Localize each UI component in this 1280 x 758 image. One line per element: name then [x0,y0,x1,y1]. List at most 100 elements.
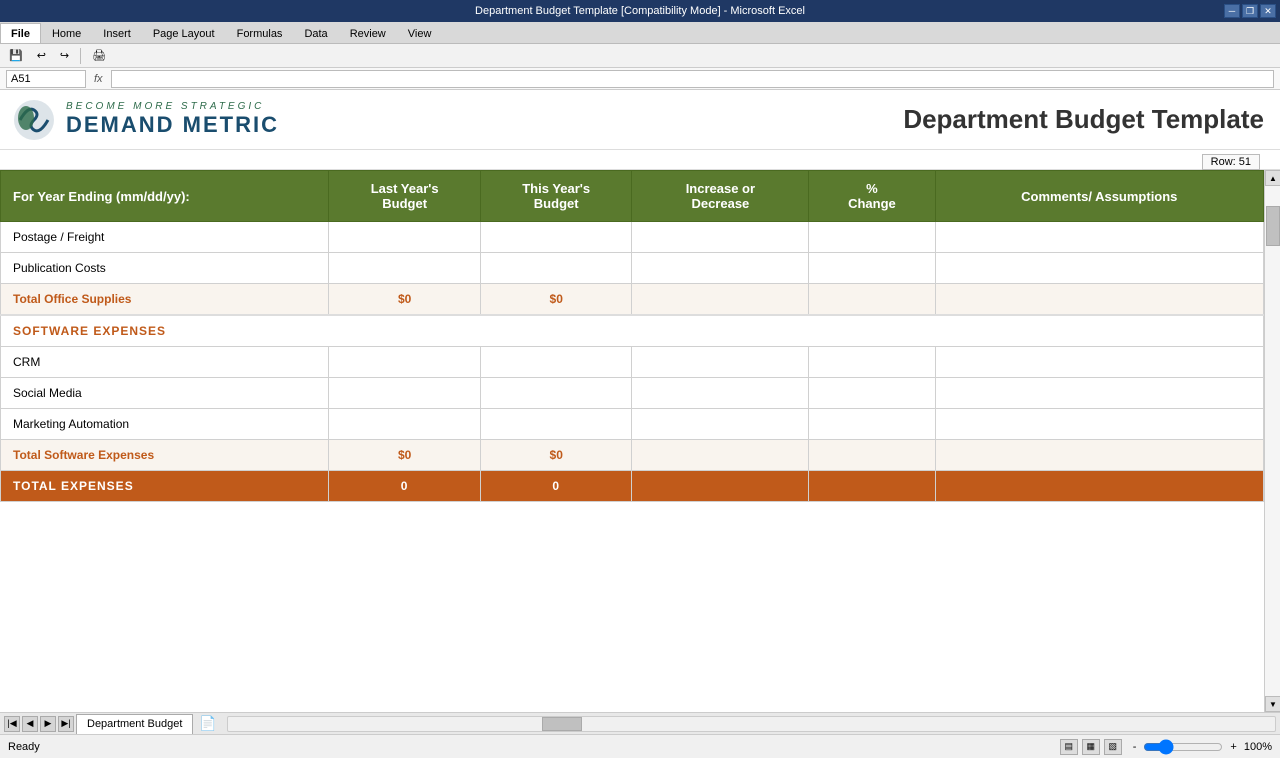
zoom-in-button[interactable]: + [1227,741,1239,753]
row-label[interactable]: CRM [1,347,329,378]
status-bar: Ready ▤ ▦ ▧ - + 100% [0,734,1280,758]
zoom-control: - + 100% [1130,739,1272,755]
tab-file[interactable]: File [0,23,41,43]
total-office-supplies-last: $0 [329,284,481,316]
row-comments[interactable] [935,253,1263,284]
view-buttons: ▤ ▦ ▧ [1060,739,1122,755]
row-last-year[interactable] [329,378,481,409]
formula-bar: fx [0,68,1280,90]
vertical-scrollbar[interactable]: ▲ ▼ [1264,170,1280,712]
toolbar-undo[interactable]: ↩ [32,46,51,65]
total-office-supplies-row: Total Office Supplies $0 $0 [1,284,1264,316]
row-increase[interactable] [632,378,809,409]
zoom-out-button[interactable]: - [1130,741,1140,753]
col-header-comments: Comments/ Assumptions [935,171,1263,222]
close-button[interactable]: ✕ [1260,4,1276,18]
page-layout-button[interactable]: ▦ [1082,739,1100,755]
toolbar-redo[interactable]: ↪ [55,46,74,65]
row-pct[interactable] [809,222,935,253]
table-row: CRM [1,347,1264,378]
row-pct[interactable] [809,378,935,409]
sheet-nav-next[interactable]: ▶ [40,716,56,732]
sheet-tab-department-budget[interactable]: Department Budget [76,714,193,734]
horizontal-scrollbar[interactable] [227,716,1276,732]
minimize-button[interactable]: ─ [1224,4,1240,18]
col-header-increase: Increase orDecrease [632,171,809,222]
row-label[interactable]: Marketing Automation [1,409,329,440]
ribbon-tabs: File Home Insert Page Layout Formulas Da… [0,22,1280,44]
toolbar-print[interactable]: 🖨 [87,46,111,65]
row-increase[interactable] [632,347,809,378]
tab-view[interactable]: View [397,23,443,43]
row-label[interactable]: Social Media [1,378,329,409]
total-software-pct [809,440,935,471]
name-box[interactable] [6,70,86,88]
row-pct[interactable] [809,253,935,284]
row-pct[interactable] [809,409,935,440]
window-controls[interactable]: ─ ❐ ✕ [1224,4,1276,18]
table-header-row: For Year Ending (mm/dd/yy): Last Year'sB… [1,171,1264,222]
zoom-slider[interactable] [1143,739,1223,755]
row-this-year[interactable] [480,347,632,378]
window-title: Department Budget Template [Compatibilit… [475,5,805,17]
grand-total-this: 0 [480,471,632,502]
row-comments[interactable] [935,222,1263,253]
row-label[interactable]: Postage / Freight [1,222,329,253]
scrollbar-track[interactable] [1265,186,1280,696]
row-increase[interactable] [632,253,809,284]
tab-review[interactable]: Review [339,23,397,43]
row-label[interactable]: Publication Costs [1,253,329,284]
tab-formulas[interactable]: Formulas [226,23,294,43]
row-comments[interactable] [935,347,1263,378]
demand-metric-logo [12,98,56,142]
grand-total-row: TOTAL EXPENSES 0 0 [1,471,1264,502]
row-last-year[interactable] [329,347,481,378]
normal-view-button[interactable]: ▤ [1060,739,1078,755]
tab-insert[interactable]: Insert [92,23,142,43]
scrollbar-thumb[interactable] [1266,206,1280,246]
row-last-year[interactable] [329,222,481,253]
total-office-supplies-label: Total Office Supplies [1,284,329,316]
grand-total-label: TOTAL EXPENSES [1,471,329,502]
sheet-nav-prev[interactable]: ◀ [22,716,38,732]
software-expenses-header-row: SOFTWARE EXPENSES [1,315,1264,347]
header-area: Become More Strategic Demand Metric Depa… [0,90,1280,150]
tab-page-layout[interactable]: Page Layout [142,23,226,43]
row-last-year[interactable] [329,253,481,284]
row-pct[interactable] [809,347,935,378]
table-row: Postage / Freight [1,222,1264,253]
row-last-year[interactable] [329,409,481,440]
row-increase[interactable] [632,409,809,440]
row-this-year[interactable] [480,222,632,253]
row-this-year[interactable] [480,409,632,440]
title-bar: Department Budget Template [Compatibilit… [0,0,1280,22]
sheet-options-icon[interactable]: 📄 [199,715,216,732]
total-software-this: $0 [480,440,632,471]
scroll-down-button[interactable]: ▼ [1265,696,1280,712]
total-office-supplies-comments [935,284,1263,316]
row-indicator: Row: 51 [1202,154,1260,170]
table-container: For Year Ending (mm/dd/yy): Last Year'sB… [0,170,1264,712]
tab-home[interactable]: Home [41,23,92,43]
page-break-button[interactable]: ▧ [1104,739,1122,755]
status-right: ▤ ▦ ▧ - + 100% [1060,739,1272,755]
total-software-increase [632,440,809,471]
formula-input[interactable] [111,70,1274,88]
doc-title: Department Budget Template [903,104,1264,135]
grand-total-increase [632,471,809,502]
row-comments[interactable] [935,378,1263,409]
row-this-year[interactable] [480,253,632,284]
restore-button[interactable]: ❐ [1242,4,1258,18]
row-comments[interactable] [935,409,1263,440]
row-this-year[interactable] [480,378,632,409]
row-increase[interactable] [632,222,809,253]
scroll-up-button[interactable]: ▲ [1265,170,1280,186]
sheet-nav-last[interactable]: ▶| [58,716,74,732]
logo-text-area: Become More Strategic Demand Metric [66,101,279,138]
sheet-nav-first[interactable]: |◀ [4,716,20,732]
col-header-label: For Year Ending (mm/dd/yy): [1,171,329,222]
tab-data[interactable]: Data [293,23,338,43]
logo-area: Become More Strategic Demand Metric [12,98,279,142]
h-scrollbar-thumb[interactable] [542,717,582,731]
toolbar-save[interactable]: 💾 [4,46,28,65]
